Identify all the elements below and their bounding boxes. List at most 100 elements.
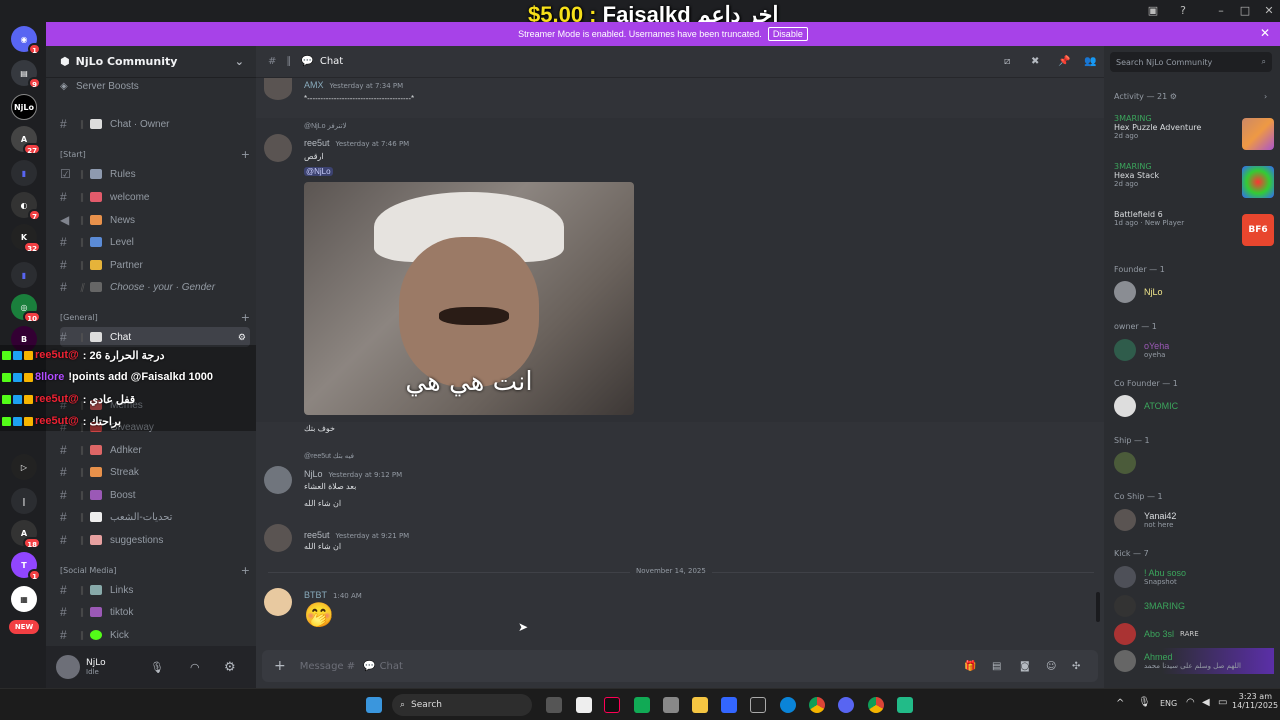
gif-icon[interactable]: ▤ <box>992 661 1001 672</box>
member-item[interactable]: NjLo <box>1114 279 1274 305</box>
discord-home-icon[interactable]: ◉ 1 <box>11 26 41 55</box>
app-icon[interactable] <box>663 697 679 713</box>
search-input[interactable]: Search NjLo Community ⌕ <box>1110 52 1272 72</box>
category-social[interactable]: [Social Media] + <box>60 563 250 577</box>
apps-icon[interactable]: ✣ <box>1072 661 1080 672</box>
reply-preview[interactable]: @ree5ut فيه بتك <box>304 452 354 460</box>
discord-icon[interactable] <box>838 697 854 713</box>
threads-icon[interactable]: ⧄ <box>1004 56 1010 67</box>
tiktok-icon[interactable] <box>604 697 620 713</box>
server-icon-twitch[interactable]: T1 <box>11 552 41 581</box>
chrome-icon[interactable] <box>868 697 884 713</box>
close-icon[interactable]: ✕ <box>1260 26 1270 40</box>
language-indicator[interactable]: ENG <box>1160 699 1177 708</box>
gear-icon[interactable]: ⚙ <box>224 660 236 675</box>
windows-start-icon[interactable] <box>366 697 382 713</box>
member-item[interactable]: oYeha oyeha <box>1114 337 1274 363</box>
server-header[interactable]: ⬢ NjLo Community ⌄ <box>46 46 256 78</box>
channel-welcome[interactable]: # ∥ welcome <box>60 187 250 207</box>
app-icon[interactable] <box>634 697 650 713</box>
channel-news[interactable]: ◀ ∥ News <box>60 210 250 230</box>
channel-boost[interactable]: # ∥ Boost <box>60 485 250 505</box>
avatar[interactable] <box>56 655 80 679</box>
app-icon[interactable] <box>750 697 766 713</box>
gift-icon[interactable]: 🎁 <box>964 661 976 672</box>
channel-streak[interactable]: # ∥ Streak <box>60 462 250 482</box>
sticker-icon[interactable]: ◙ <box>1020 661 1030 672</box>
server-icon-njlo[interactable]: NjLo <box>11 94 37 120</box>
server-boosts[interactable]: ◈ Server Boosts <box>60 76 250 96</box>
pin-messages-icon[interactable]: 📌 <box>1058 56 1070 67</box>
member-item[interactable]: 3MARING <box>1114 593 1274 619</box>
activity-card[interactable]: 3MARING Hexa Stack 2d ago <box>1114 162 1274 206</box>
member-item[interactable]: ! Abu soso Snapshot <box>1114 564 1274 590</box>
add-attachment-icon[interactable]: + <box>274 658 286 674</box>
channel-chat[interactable]: # ∥ Chat ⚙ <box>60 327 250 347</box>
volume-icon[interactable]: ◀ <box>1202 697 1210 708</box>
channel-partner[interactable]: # ∥ Partner <box>60 255 250 275</box>
avatar[interactable] <box>264 134 292 162</box>
server-icon[interactable]: K 32 <box>11 224 41 253</box>
channel-kick[interactable]: # ∥ Kick <box>60 625 250 645</box>
channel-suggestions[interactable]: # ∥ suggestions <box>60 530 250 550</box>
chrome-icon[interactable] <box>809 697 825 713</box>
chevron-up-icon[interactable]: ^ <box>1116 698 1124 709</box>
server-icon[interactable]: | <box>11 488 37 514</box>
member-item[interactable] <box>1114 450 1274 476</box>
minimize-icon[interactable]: – <box>1214 4 1228 18</box>
channel-adhker[interactable]: # ∥ Adhker <box>60 440 250 460</box>
clock[interactable]: 3:23 am 14/11/2025 <box>1232 692 1278 710</box>
reply-preview[interactable]: @NjLo لاتنرفز <box>304 122 347 130</box>
category-start[interactable]: [Start] + <box>60 147 250 161</box>
message-composer[interactable]: + Message # 💬 Chat 🎁 ▤ ◙ ☺ ✣ <box>262 650 1098 682</box>
inbox-icon[interactable]: ▣ <box>1146 4 1160 18</box>
server-icon[interactable]: ▷ <box>11 454 37 480</box>
server-icon[interactable]: ▤ 9 <box>11 60 41 89</box>
app-icon[interactable] <box>576 697 592 713</box>
activity-card[interactable]: Battlefield 6 1d ago · New Player BF6 <box>1114 210 1274 254</box>
microphone-icon[interactable]: 🎙 <box>150 661 164 674</box>
mute-icon[interactable]: ✖ <box>1031 56 1039 67</box>
username[interactable]: ree5ut <box>304 530 330 540</box>
mention[interactable]: @NjLo <box>304 167 333 176</box>
channel-challenges[interactable]: # ∥ تحديات-الشعب <box>60 507 250 527</box>
activity-card[interactable]: 3MARING Hex Puzzle Adventure 2d ago <box>1114 114 1274 158</box>
member-item[interactable]: Abo 3sl RARE <box>1114 621 1274 647</box>
channel-chat-owner[interactable]: # ∥ Chat · Owner <box>60 114 250 134</box>
channel-links[interactable]: # ∥ Links <box>60 580 250 600</box>
avatar[interactable] <box>264 78 292 100</box>
channel-level[interactable]: # ∥ Level <box>60 232 250 252</box>
avatar[interactable] <box>264 466 292 494</box>
help-icon[interactable]: ? <box>1176 4 1190 18</box>
maximize-icon[interactable]: □ <box>1238 4 1252 18</box>
server-icon[interactable]: A 27 <box>11 126 41 155</box>
avatar[interactable] <box>264 524 292 552</box>
folder-icon[interactable] <box>692 697 708 713</box>
channel-gender[interactable]: # ∥ Choose · your · Gender <box>60 277 250 297</box>
disable-button[interactable]: Disable <box>767 27 808 41</box>
task-view-icon[interactable] <box>546 697 562 713</box>
member-item[interactable]: ATOMIC <box>1114 393 1274 419</box>
member-list-icon[interactable]: 👥 <box>1084 56 1096 67</box>
settings-icon[interactable]: ⚙ <box>238 332 246 343</box>
server-icon[interactable]: ▦ <box>11 586 37 612</box>
channel-rules[interactable]: ☑ ∥ Rules <box>60 164 250 184</box>
channel-tiktok[interactable]: # ∥ tiktok <box>60 602 250 622</box>
category-general[interactable]: [General] + <box>60 310 250 324</box>
server-icon[interactable]: A 18 <box>11 520 41 549</box>
gif-image[interactable]: انت هي هي <box>304 182 634 415</box>
taskbar-search[interactable]: ⌕ Search <box>392 694 532 716</box>
edge-icon[interactable] <box>780 697 796 713</box>
username[interactable]: NjLo <box>304 469 323 479</box>
emoji-icon[interactable]: ☺ <box>1046 661 1056 672</box>
close-window-icon[interactable]: ✕ <box>1262 4 1276 18</box>
server-icon[interactable]: ◐ 7 <box>11 192 41 221</box>
app-icon[interactable] <box>721 697 737 713</box>
new-badge[interactable]: NEW <box>9 620 39 634</box>
wifi-icon[interactable]: ◠ <box>1186 697 1195 708</box>
microphone-icon[interactable]: 🎙 <box>1138 697 1151 708</box>
username[interactable]: ree5ut <box>304 138 330 148</box>
folder-icon[interactable]: ▮ <box>11 262 37 288</box>
avatar[interactable] <box>264 588 292 616</box>
server-icon[interactable]: ◎ 10 <box>11 294 41 323</box>
